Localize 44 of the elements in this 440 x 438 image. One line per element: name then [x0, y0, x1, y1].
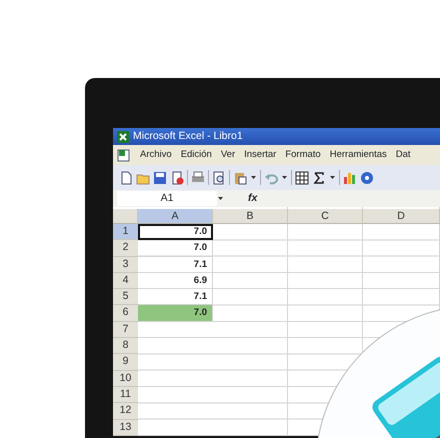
table-cell[interactable]: 7.0 [138, 305, 213, 322]
grid-icon[interactable] [295, 170, 309, 184]
name-box[interactable]: A1 [117, 191, 217, 206]
print-icon[interactable] [191, 170, 205, 184]
table-cell[interactable]: 7.1 [138, 256, 213, 273]
row-header[interactable]: 11 [113, 386, 138, 404]
row-header[interactable]: 3 [113, 256, 138, 273]
table-cell[interactable]: 6.9 [138, 272, 213, 290]
row-header[interactable]: 13 [113, 420, 138, 436]
column-header[interactable]: A [138, 209, 213, 224]
row-header[interactable]: 5 [113, 289, 138, 306]
print-preview-icon[interactable] [212, 170, 226, 184]
menu-item[interactable]: Dat [396, 148, 411, 162]
menu-item[interactable]: Archivo [140, 148, 172, 162]
column-header[interactable]: D [363, 209, 440, 224]
save-icon[interactable] [153, 170, 167, 184]
row-header[interactable]: 2 [113, 240, 138, 257]
column-header[interactable]: B [213, 209, 288, 224]
row-header[interactable]: 1 [113, 224, 138, 240]
menu-item[interactable]: Insertar [244, 148, 276, 162]
menu-item[interactable]: Edición [180, 148, 212, 162]
function-label[interactable]: fx [248, 190, 258, 206]
row-header[interactable]: 9 [113, 354, 138, 371]
workbook-icon[interactable] [117, 148, 131, 162]
bar-chart-icon[interactable] [343, 170, 357, 184]
paste-icon[interactable] [233, 170, 247, 184]
row-header[interactable]: 12 [113, 403, 138, 420]
row-header[interactable]: 8 [113, 338, 138, 354]
new-document-icon[interactable] [119, 170, 133, 184]
row-header[interactable]: 6 [113, 305, 138, 322]
excel-logo-icon [116, 130, 130, 144]
row-header[interactable]: 7 [113, 322, 138, 338]
table-cell[interactable]: 7.0 [138, 240, 213, 257]
sum-icon[interactable] [312, 170, 326, 184]
menu-item[interactable]: Herramientas [330, 148, 387, 162]
document-restricted-icon[interactable] [170, 170, 184, 184]
row-header[interactable]: 4 [113, 272, 138, 290]
window-title: Microsoft Excel - Libro1 [133, 128, 243, 144]
table-cell[interactable]: 7.0 [138, 224, 213, 240]
menu-item[interactable]: Ver [220, 148, 236, 162]
menu-item[interactable]: Formato [285, 148, 321, 162]
help-icon[interactable] [360, 170, 374, 184]
row-header[interactable]: 10 [113, 370, 138, 387]
column-header[interactable]: C [288, 209, 363, 224]
